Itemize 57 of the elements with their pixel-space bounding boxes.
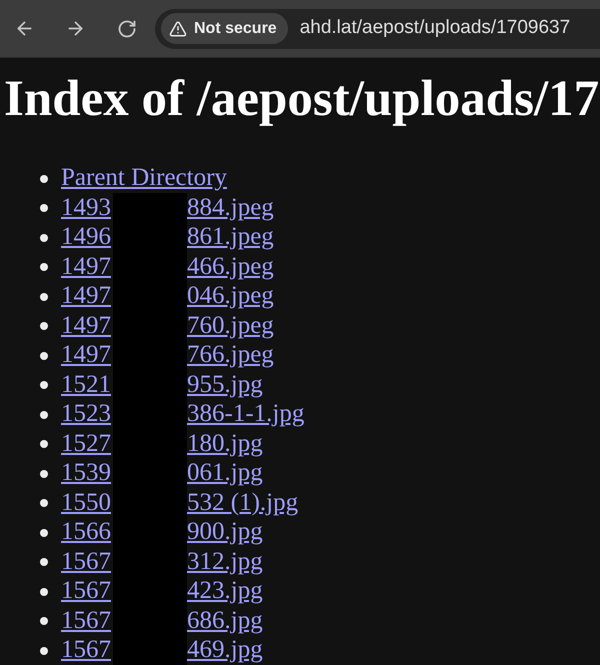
file-link[interactable]: 466.jpeg [187, 252, 274, 281]
file-link[interactable]: 046.jpeg [187, 281, 274, 310]
file-link[interactable]: 1496 [61, 222, 111, 252]
security-chip[interactable]: Not secure [161, 13, 288, 44]
file-link[interactable]: 766.jpeg [187, 340, 274, 370]
bullet-icon [40, 646, 48, 655]
file-link[interactable]: 312.jpg [187, 546, 263, 576]
file-link[interactable]: 884.jpeg [187, 192, 274, 222]
file-link[interactable]: 760.jpeg [187, 310, 274, 340]
bullet-icon [40, 528, 48, 537]
file-link[interactable]: 1539 [61, 458, 111, 488]
bullet-icon [40, 470, 48, 478]
file-link[interactable]: 955.jpg [187, 370, 263, 399]
reload-icon [116, 18, 136, 38]
file-link[interactable]: 1550 [61, 488, 111, 517]
file-link[interactable]: 1521 [61, 370, 111, 399]
url-text: ahd.lat/aepost/uploads/1709637 [300, 16, 570, 40]
bullet-icon [40, 440, 48, 448]
file-link[interactable]: 1567 [61, 606, 111, 635]
bullet-icon [40, 558, 48, 566]
file-link[interactable]: 1567 [61, 635, 111, 664]
bullet-icon [40, 499, 48, 508]
file-link[interactable]: 1497 [61, 281, 111, 310]
file-link[interactable]: 1566 [61, 517, 111, 546]
file-link[interactable]: 423.jpg [187, 576, 263, 606]
file-link[interactable]: 861.jpeg [187, 222, 274, 252]
bullet-icon [40, 410, 48, 419]
file-link[interactable]: 1527 [61, 428, 111, 458]
bullet-icon [40, 322, 48, 330]
parent-directory-link[interactable]: Parent Directory [61, 163, 227, 192]
bullet-icon [40, 292, 48, 301]
bullet-icon [40, 381, 48, 390]
file-link[interactable]: 1523 [61, 399, 111, 428]
file-link[interactable]: 686.jpg [187, 606, 263, 635]
file-link[interactable]: 386-1-1.jpg [187, 399, 304, 428]
file-link[interactable]: 1497 [61, 340, 111, 370]
page-heading: Index of /aepost/uploads/17 [3, 70, 600, 128]
file-link[interactable]: 1497 [61, 310, 111, 340]
file-link[interactable]: 180.jpg [187, 428, 263, 458]
bullet-icon [40, 204, 48, 212]
reload-button[interactable] [116, 18, 137, 39]
file-link[interactable]: 1493 [61, 192, 111, 222]
file-link[interactable]: 061.jpg [187, 458, 263, 488]
file-link[interactable]: 1567 [61, 546, 111, 576]
file-link[interactable]: 900.jpg [187, 517, 263, 546]
bullet-icon [40, 588, 48, 596]
bullet-icon [40, 234, 48, 242]
file-link[interactable]: 469.jpg [187, 635, 263, 664]
file-link[interactable]: 1567 [61, 576, 111, 606]
warning-icon [169, 20, 187, 38]
file-link[interactable]: 532 (1).jpg [187, 488, 298, 517]
bullet-icon [40, 263, 48, 272]
file-link[interactable]: 1497 [61, 252, 111, 281]
bullet-icon [40, 174, 48, 183]
address-bar[interactable]: Not secure ahd.lat/aepost/uploads/1709637 [155, 8, 600, 48]
bullet-icon [40, 352, 48, 360]
bullet-icon [40, 617, 48, 626]
